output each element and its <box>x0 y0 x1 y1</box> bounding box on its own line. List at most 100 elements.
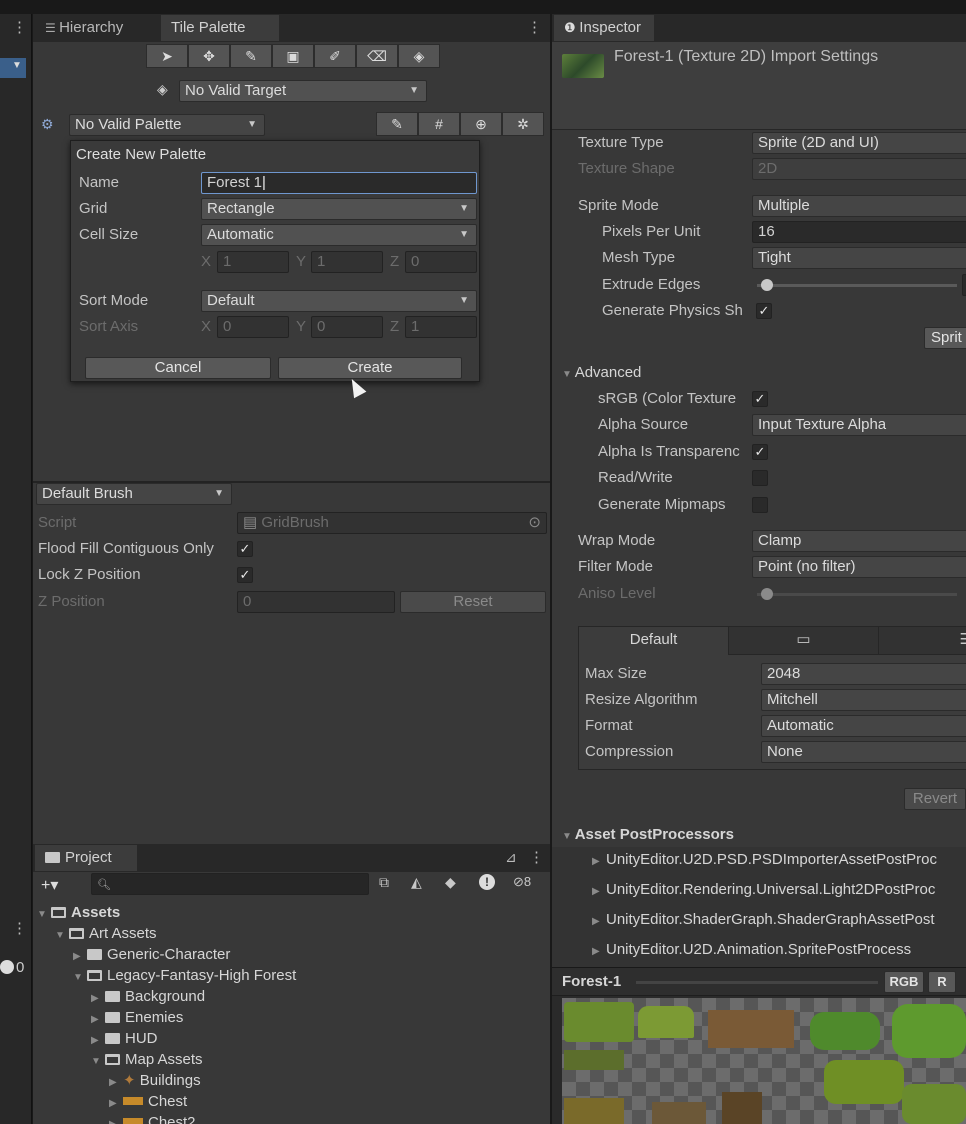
advanced-foldout[interactable]: ▼ Advanced <box>562 362 641 384</box>
project-tree-item[interactable]: ▶ Background <box>91 986 205 1007</box>
gizmo-icon[interactable]: ⊕ <box>460 112 502 136</box>
expanded-arrow-icon[interactable]: ▼ <box>37 904 51 925</box>
project-tree-item[interactable]: ▶ Generic-Character <box>73 944 230 965</box>
postprocessors-foldout[interactable]: ▼ Asset PostProcessors <box>562 824 734 846</box>
texture-type-dropdown[interactable]: Sprite (2D and UI) <box>752 132 966 154</box>
texture-preview <box>562 998 966 1124</box>
move-icon[interactable]: ✥ <box>188 44 230 68</box>
collapsed-arrow-icon[interactable]: ▶ <box>91 1030 105 1051</box>
sprite-mode-dropdown[interactable]: Multiple <box>752 195 966 217</box>
cancel-button[interactable]: Cancel <box>85 357 271 379</box>
wrap-mode-dropdown[interactable]: Clamp <box>752 530 966 552</box>
project-tree-item[interactable]: ▼ Assets <box>37 902 120 923</box>
settings-icon[interactable]: ✲ <box>502 112 544 136</box>
project-tree-item[interactable]: ▶ ✦ Buildings <box>109 1070 201 1091</box>
object-picker-icon[interactable]: ⊙ <box>528 513 541 533</box>
revert-button[interactable]: Revert <box>904 788 966 810</box>
select-icon[interactable]: ➤ <box>146 44 188 68</box>
ppu-field[interactable]: 16 <box>752 221 966 243</box>
collapsed-arrow-icon[interactable]: ▶ <box>109 1114 123 1124</box>
mesh-type-dropdown[interactable]: Tight <box>752 247 966 269</box>
rgb-channel-button[interactable]: RGB <box>884 971 924 993</box>
project-tree-item[interactable]: ▶ Chest2 <box>109 1112 196 1124</box>
tab-tile-palette[interactable]: Tile Palette <box>161 15 279 41</box>
create-button[interactable]: Create <box>278 357 462 379</box>
left-selected-item[interactable]: ▼ <box>0 58 26 78</box>
tab-hierarchy[interactable]: ☰ Hierarchy <box>35 15 159 41</box>
red-channel-button[interactable]: R <box>928 971 956 993</box>
extrude-slider-knob[interactable] <box>761 279 773 291</box>
mipmaps-checkbox[interactable] <box>752 497 768 513</box>
edit-icon[interactable]: ✎ <box>376 112 418 136</box>
postprocessor-item[interactable]: ▶ UnityEditor.U2D.PSD.PSDImporterAssetPos… <box>592 849 937 870</box>
collapsed-arrow-icon[interactable]: ▶ <box>91 988 105 1009</box>
project-menu-icon[interactable]: ⋮ <box>529 848 544 866</box>
box-fill-icon[interactable]: ▣ <box>272 44 314 68</box>
left-menu-icon[interactable]: ⋮ <box>12 18 27 36</box>
cell-size-dropdown[interactable]: Automatic ▼ <box>201 224 477 246</box>
panel-menu-icon[interactable]: ⋮ <box>527 18 542 36</box>
collapsed-arrow-icon[interactable]: ▶ <box>109 1072 123 1093</box>
postprocessor-item[interactable]: ▶ UnityEditor.Rendering.Universal.Light2D… <box>592 879 935 900</box>
project-tree-item[interactable]: ▼ Legacy-Fantasy-High Forest <box>73 965 296 986</box>
alpha-source-dropdown[interactable]: Input Texture Alpha <box>752 414 966 436</box>
brush-dropdown[interactable]: Default Brush ▼ <box>36 483 232 505</box>
project-tree-item[interactable]: ▶ Chest <box>109 1091 187 1112</box>
expanded-arrow-icon[interactable]: ▼ <box>55 925 69 946</box>
expanded-arrow-icon[interactable]: ▼ <box>73 967 87 988</box>
tab-project[interactable]: Project <box>35 845 137 871</box>
read-write-checkbox[interactable] <box>752 470 768 486</box>
project-tree-item[interactable]: ▶ HUD <box>91 1028 158 1049</box>
flood-fill-icon[interactable]: ◈ <box>398 44 440 68</box>
extrude-value-field[interactable] <box>962 274 966 296</box>
palette-dropdown[interactable]: No Valid Palette ▼ <box>69 114 265 136</box>
advanced-label: Advanced <box>574 364 642 381</box>
collapsed-arrow-icon[interactable]: ▶ <box>109 1093 123 1114</box>
platform-tab-standalone[interactable]: ▭ <box>729 627 879 655</box>
compression-dropdown[interactable]: None <box>761 741 966 763</box>
warning-icon[interactable]: ! <box>479 874 495 890</box>
chevron-down-icon: ▼ <box>247 119 257 130</box>
lock-z-checkbox[interactable]: ✓ <box>237 567 253 583</box>
search-by-type-icon[interactable]: ⧉ <box>379 874 389 891</box>
label-icon[interactable]: ◆ <box>445 874 456 891</box>
project-tree-item[interactable]: ▼ Art Assets <box>55 923 157 944</box>
collapsed-arrow-icon[interactable]: ▶ <box>91 1009 105 1030</box>
postprocessor-item[interactable]: ▶ UnityEditor.U2D.Animation.SpritePostPro… <box>592 939 911 960</box>
expanded-arrow-icon[interactable]: ▼ <box>91 1051 105 1072</box>
alpha-transp-checkbox[interactable]: ✓ <box>752 444 768 460</box>
filter-type-icon[interactable]: ◭ <box>411 874 422 891</box>
format-dropdown[interactable]: Automatic <box>761 715 966 737</box>
add-asset-button[interactable]: +▾ <box>41 875 58 895</box>
gen-physics-checkbox[interactable]: ✓ <box>756 303 772 319</box>
reset-button[interactable]: Reset <box>400 591 546 613</box>
extrude-slider-track[interactable] <box>757 284 957 287</box>
target-dropdown[interactable]: No Valid Target ▼ <box>179 80 427 102</box>
lock-icon[interactable]: ⊿ <box>505 849 517 866</box>
sprite-editor-button[interactable]: Sprit <box>924 327 966 349</box>
flood-fill-checkbox[interactable]: ✓ <box>237 541 253 557</box>
paint-brush-icon[interactable]: ✎ <box>230 44 272 68</box>
grid-dropdown[interactable]: Rectangle ▼ <box>201 198 477 220</box>
resize-dropdown[interactable]: Mitchell <box>761 689 966 711</box>
left-menu-icon-2[interactable]: ⋮ <box>12 919 27 937</box>
max-size-dropdown[interactable]: 2048 <box>761 663 966 685</box>
postprocessor-item[interactable]: ▶ UnityEditor.ShaderGraph.ShaderGraphAsse… <box>592 909 935 930</box>
collapsed-arrow-icon[interactable]: ▶ <box>73 946 87 967</box>
project-tree-item[interactable]: ▼ Map Assets <box>91 1049 203 1070</box>
srgb-checkbox[interactable]: ✓ <box>752 391 768 407</box>
grid-icon[interactable]: # <box>418 112 460 136</box>
platform-tab-server[interactable]: ☰ <box>879 627 966 655</box>
hidden-packages-toggle[interactable]: ⊘8 <box>513 874 531 890</box>
project-tree-item[interactable]: ▶ Enemies <box>91 1007 183 1028</box>
eraser-icon[interactable]: ⌫ <box>356 44 398 68</box>
picker-icon[interactable]: ✐ <box>314 44 356 68</box>
project-search-input[interactable]: 🔍︎ <box>91 873 369 895</box>
texture-shape-label: Texture Shape <box>578 160 675 177</box>
sort-mode-dropdown[interactable]: Default ▼ <box>201 290 477 312</box>
palette-name-input[interactable]: Forest 1| <box>201 172 477 194</box>
platform-tab-default[interactable]: Default <box>579 627 729 655</box>
tab-inspector[interactable]: ❶ Inspector <box>554 15 654 41</box>
texture-shape-dropdown: 2D <box>752 158 966 180</box>
filter-mode-dropdown[interactable]: Point (no filter) <box>752 556 966 578</box>
